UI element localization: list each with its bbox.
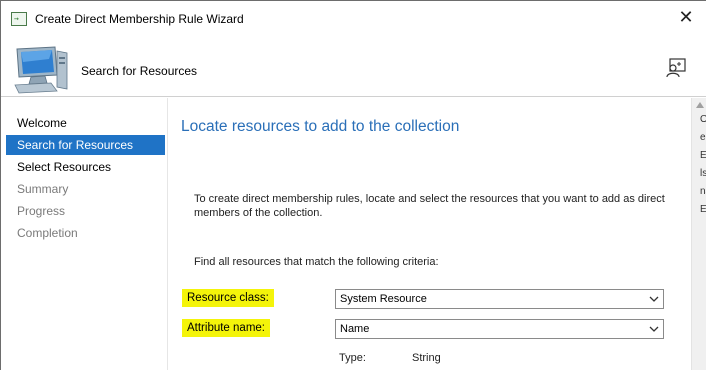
title-bar: → Create Direct Membership Rule Wizard ✕ xyxy=(1,1,706,37)
attribute-name-select[interactable]: Name xyxy=(335,319,664,339)
window-title: Create Direct Membership Rule Wizard xyxy=(35,12,244,26)
type-value: String xyxy=(412,352,441,364)
nav-item-progress: Progress xyxy=(17,204,66,218)
attribute-name-value: Name xyxy=(340,323,370,335)
chevron-down-icon xyxy=(649,326,659,332)
resource-class-value: System Resource xyxy=(340,293,427,305)
scroll-up-arrow-icon[interactable] xyxy=(696,102,704,108)
wizard-header: Search for Resources xyxy=(1,37,706,97)
page-heading: Locate resources to add to the collectio… xyxy=(181,118,460,135)
computer-icon xyxy=(14,46,68,94)
background-strip-text: ns xyxy=(700,186,706,197)
close-button[interactable]: ✕ xyxy=(673,7,699,29)
resource-class-select[interactable]: System Resource xyxy=(335,289,664,309)
resource-class-label: Resource class: xyxy=(182,289,274,307)
help-person-icon[interactable] xyxy=(665,57,687,79)
wizard-main-panel: Locate resources to add to the collectio… xyxy=(169,98,691,370)
nav-item-summary: Summary xyxy=(17,182,69,196)
attribute-name-label: Attribute name: xyxy=(182,319,270,337)
description-text: To create direct membership rules, locat… xyxy=(194,193,665,219)
type-label: Type: xyxy=(339,352,366,364)
wizard-app-icon: → xyxy=(11,12,27,26)
criteria-text: Find all resources that match the follow… xyxy=(194,256,439,268)
background-strip-text: O xyxy=(700,111,706,129)
wizard-window: → Create Direct Membership Rule Wizard ✕… xyxy=(0,0,706,370)
background-window-strip: O e E ls ns E xyxy=(700,111,706,219)
background-strip-text: ls xyxy=(700,168,706,179)
header-title: Search for Resources xyxy=(81,64,198,78)
background-strip-text: E xyxy=(700,147,706,165)
nav-item-select-resources[interactable]: Select Resources xyxy=(6,157,165,177)
chevron-down-icon xyxy=(649,296,659,302)
wizard-nav: Welcome Search for Resources Select Reso… xyxy=(1,98,168,370)
nav-item-welcome[interactable]: Welcome xyxy=(6,113,165,133)
background-strip-text: E xyxy=(700,201,706,219)
background-strip-text: e xyxy=(700,132,706,143)
nav-item-search-for-resources[interactable]: Search for Resources xyxy=(6,135,165,155)
nav-item-completion: Completion xyxy=(17,226,78,240)
